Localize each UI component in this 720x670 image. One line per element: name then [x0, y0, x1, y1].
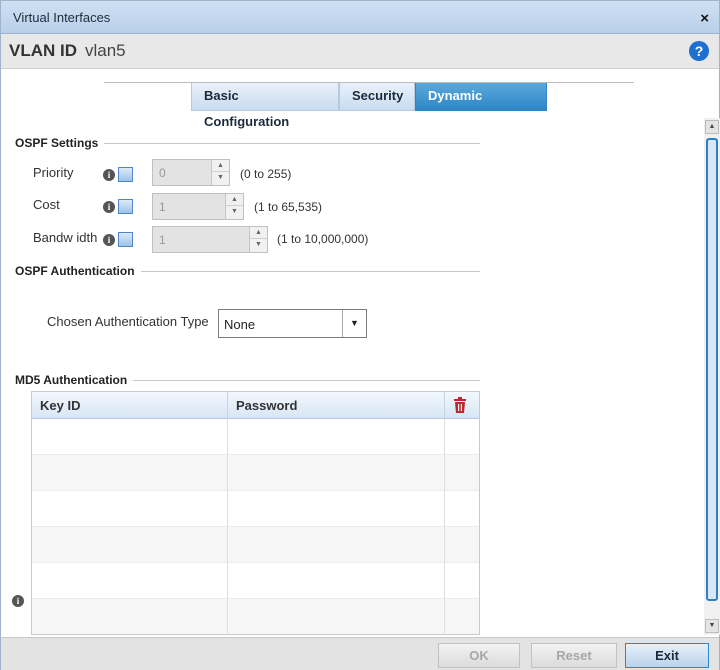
bandwidth-range: (1 to 10,000,000): [277, 232, 369, 246]
priority-info-icon[interactable]: i: [103, 169, 115, 181]
vlan-id-value: vlan5: [85, 41, 126, 60]
bandwidth-stepper-buttons[interactable]: ▲ ▼: [249, 227, 267, 252]
chevron-down-icon[interactable]: ▼: [342, 310, 366, 337]
bandwidth-value: 1: [159, 233, 166, 247]
table-header: Key ID Password: [32, 392, 479, 419]
cost-range: (1 to 65,535): [254, 200, 323, 214]
scroll-down-icon[interactable]: ▼: [705, 619, 719, 633]
scroll-thumb[interactable]: [706, 138, 718, 601]
reset-button[interactable]: Reset: [531, 643, 617, 668]
table-row[interactable]: [32, 419, 479, 455]
table-row[interactable]: [32, 455, 479, 491]
md5-authentication-heading: MD5 Authentication: [15, 373, 134, 387]
ospf-settings-heading: OSPF Settings: [15, 136, 105, 150]
tab-basic-configuration[interactable]: Basic Configuration: [191, 83, 339, 129]
bandwidth-checkbox[interactable]: [118, 232, 133, 247]
window-title: Virtual Interfaces: [13, 10, 111, 25]
virtual-interfaces-dialog: Virtual Interfaces × VLAN ID vlan5 ? Bas…: [0, 0, 720, 670]
exit-button[interactable]: Exit: [625, 643, 709, 668]
priority-checkbox[interactable]: [118, 167, 133, 182]
ospf-authentication-heading: OSPF Authentication: [15, 264, 141, 278]
close-icon[interactable]: ×: [700, 10, 709, 27]
auth-type-select[interactable]: None ▼: [218, 309, 367, 338]
trash-icon[interactable]: [451, 396, 469, 414]
cost-stepper-buttons[interactable]: ▲ ▼: [225, 194, 243, 219]
table-row[interactable]: [32, 563, 479, 599]
auth-type-label: Chosen Authentication Type: [47, 314, 209, 329]
table-rows: [32, 419, 479, 634]
cost-stepper[interactable]: 1 ▲ ▼: [152, 193, 244, 220]
tab-dynamic-routing[interactable]: Dynamic Routing: [415, 83, 547, 129]
cost-info-icon[interactable]: i: [103, 201, 115, 213]
bandwidth-stepper[interactable]: 1 ▲ ▼: [152, 226, 268, 253]
footer-bar: OK Reset Exit: [1, 637, 719, 670]
cost-value: 1: [159, 200, 166, 214]
md5-info-icon[interactable]: i: [12, 595, 24, 607]
priority-label: Priority: [33, 165, 74, 180]
column-password[interactable]: Password: [228, 392, 445, 419]
help-icon[interactable]: ?: [689, 41, 709, 61]
tab-security[interactable]: Security: [339, 83, 415, 111]
cost-checkbox[interactable]: [118, 199, 133, 214]
priority-stepper-buttons[interactable]: ▲ ▼: [211, 160, 229, 185]
tab-bar: Basic Configuration Security Dynamic Rou…: [191, 83, 547, 129]
vlan-id-label: VLAN ID: [9, 41, 77, 60]
ok-button[interactable]: OK: [438, 643, 520, 668]
priority-range: (0 to 255): [240, 167, 292, 181]
title-bar: Virtual Interfaces ×: [1, 1, 719, 34]
vertical-scrollbar[interactable]: ▲ ▼: [704, 118, 720, 635]
vlan-header: VLAN ID vlan5 ?: [1, 34, 719, 69]
column-key-id[interactable]: Key ID: [32, 392, 228, 419]
scroll-up-icon[interactable]: ▲: [705, 120, 719, 134]
auth-type-value: None: [224, 317, 256, 332]
bandwidth-label: Bandw idth: [33, 230, 98, 245]
md5-key-table: Key ID Password: [31, 391, 480, 635]
priority-value: 0: [159, 166, 166, 180]
table-row[interactable]: [32, 527, 479, 563]
table-row[interactable]: [32, 491, 479, 527]
priority-stepper[interactable]: 0 ▲ ▼: [152, 159, 230, 186]
table-row[interactable]: [32, 599, 479, 634]
bandwidth-info-icon[interactable]: i: [103, 234, 115, 246]
cost-label: Cost: [33, 197, 60, 212]
